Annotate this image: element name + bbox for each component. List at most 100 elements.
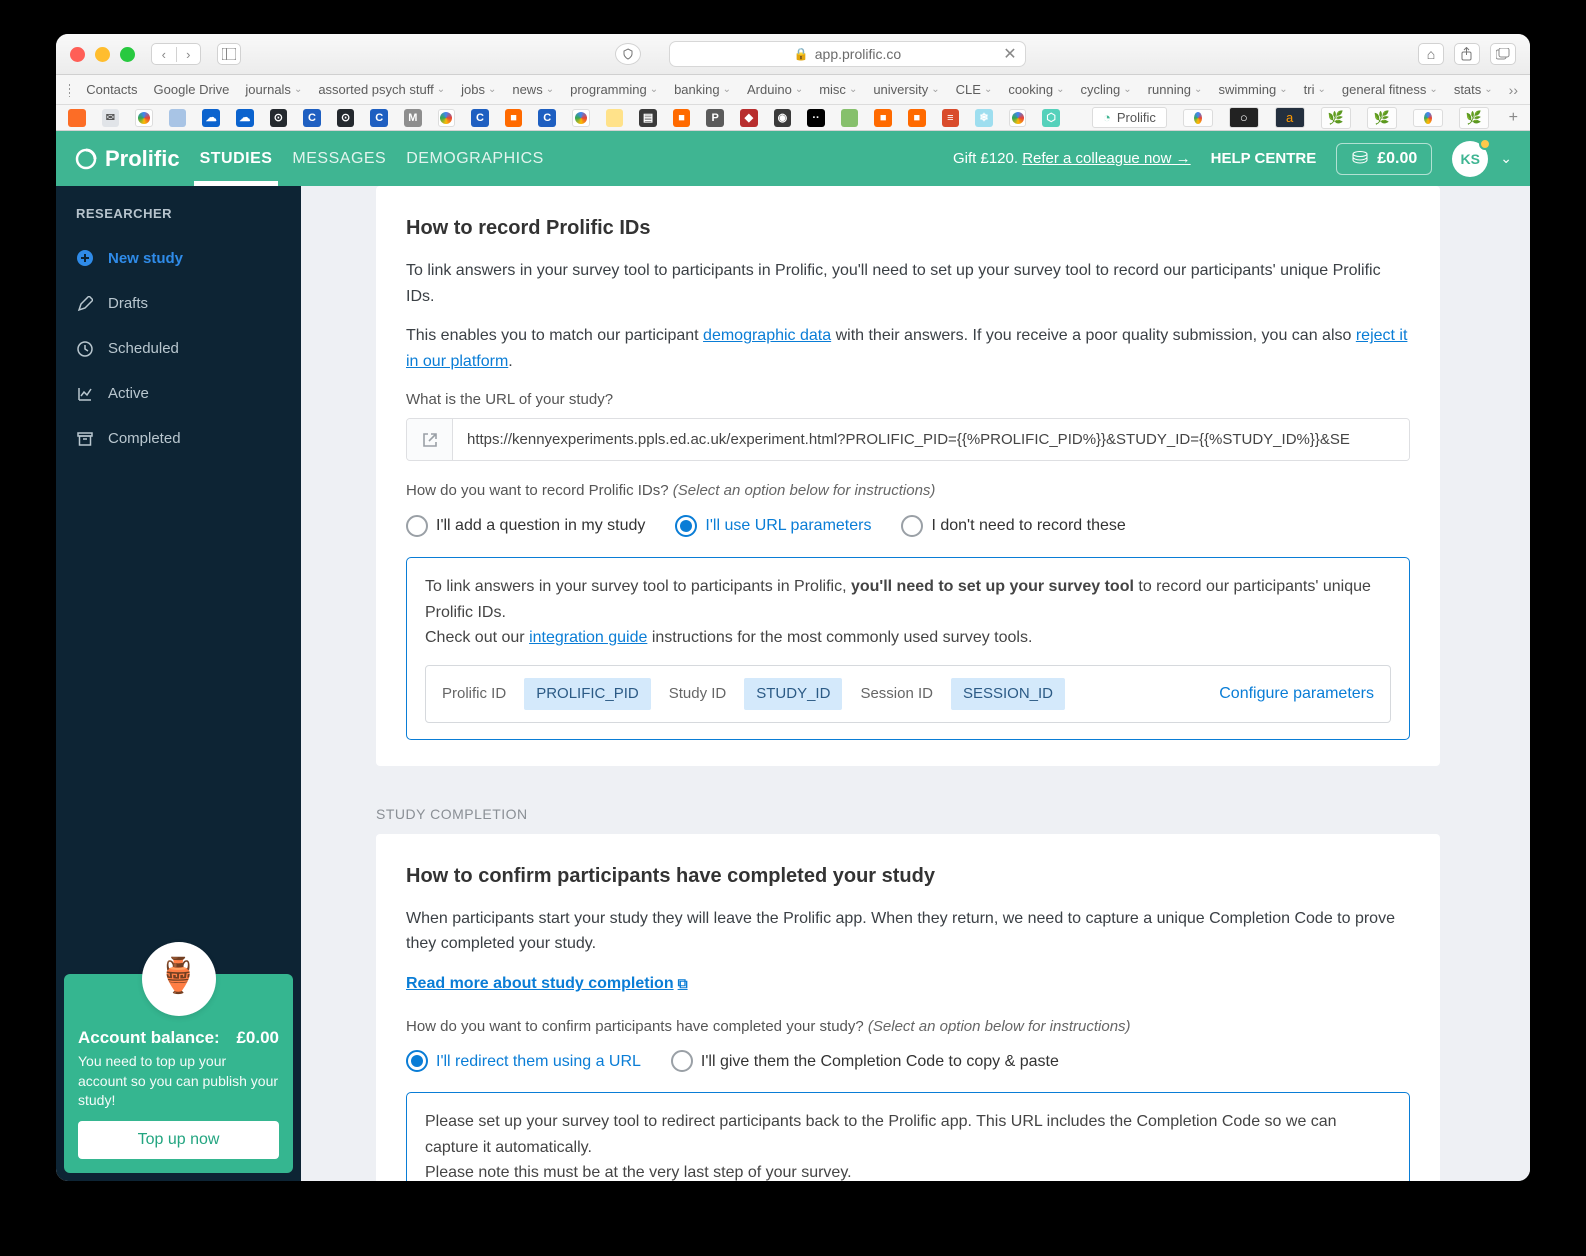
sidebar-item-completed[interactable]: Completed <box>56 416 301 461</box>
bookmark-item[interactable]: news⌄ <box>512 82 554 97</box>
configure-parameters-link[interactable]: Configure parameters <box>1219 681 1374 707</box>
bookmark-item[interactable]: general fitness⌄ <box>1342 82 1438 97</box>
home-button[interactable]: ⌂ <box>1418 43 1444 65</box>
radio-completion-code[interactable]: I'll give them the Completion Code to co… <box>671 1049 1059 1075</box>
window-maximize-button[interactable] <box>120 47 135 62</box>
read-more-completion-link[interactable]: Read more about study completion⧉ <box>406 975 688 992</box>
favicon[interactable]: ▤ <box>639 109 657 127</box>
top-up-button[interactable]: Top up now <box>78 1121 279 1159</box>
favicon[interactable]: ⊙ <box>337 109 355 127</box>
bookmark-item[interactable]: jobs⌄ <box>461 82 496 97</box>
bookmark-item[interactable]: Contacts <box>86 82 137 97</box>
favicon[interactable]: C <box>303 109 321 127</box>
privacy-shield-button[interactable] <box>615 43 641 65</box>
brand-logo[interactable]: Prolific <box>74 146 180 172</box>
nav-tab-studies[interactable]: STUDIES <box>200 131 273 186</box>
favicon[interactable]: ✉ <box>102 109 120 127</box>
bookmark-item[interactable]: university⌄ <box>873 82 939 97</box>
browser-tab[interactable]: ◔Prolific <box>1092 107 1167 128</box>
favicon[interactable]: P <box>706 109 724 127</box>
chevron-left-icon: ‹ <box>152 47 177 62</box>
balance-button[interactable]: £0.00 <box>1336 143 1432 175</box>
favicon[interactable]: ⊙ <box>270 109 288 127</box>
bookmark-item[interactable]: Google Drive <box>154 82 230 97</box>
bookmark-item[interactable]: tri⌄ <box>1304 82 1326 97</box>
nav-tab-demographics[interactable]: DEMOGRAPHICS <box>406 131 544 186</box>
bookmark-item[interactable]: programming⌄ <box>570 82 658 97</box>
favicon[interactable] <box>572 109 590 127</box>
browser-tab[interactable]: 🌿 <box>1367 107 1397 129</box>
radio-redirect-url[interactable]: I'll redirect them using a URL <box>406 1049 641 1075</box>
favicon[interactable] <box>841 109 859 127</box>
param-label: Prolific ID <box>442 682 506 706</box>
favicon[interactable]: ■ <box>505 109 523 127</box>
browser-tab[interactable] <box>1413 109 1443 127</box>
favicon[interactable] <box>135 109 153 127</box>
sidebar-toggle-button[interactable] <box>217 43 241 65</box>
favicon[interactable]: C <box>471 109 489 127</box>
bookmark-item[interactable]: CLE⌄ <box>956 82 993 97</box>
bookmark-item[interactable]: misc⌄ <box>819 82 857 97</box>
browser-tab[interactable]: 🌿 <box>1321 107 1351 129</box>
bookmark-item[interactable]: cycling⌄ <box>1081 82 1132 97</box>
browser-tab[interactable]: a <box>1275 107 1305 128</box>
radio-dont-record[interactable]: I don't need to record these <box>901 513 1125 539</box>
avatar[interactable]: KS <box>1452 141 1488 177</box>
clear-url-icon[interactable]: ✕ <box>1003 44 1016 64</box>
favicon[interactable]: ■ <box>908 109 926 127</box>
nav-tab-messages[interactable]: MESSAGES <box>292 131 386 186</box>
apps-icon[interactable] <box>68 83 70 97</box>
bookmark-item[interactable]: assorted psych stuff⌄ <box>318 82 445 97</box>
favicon[interactable]: ☁ <box>202 109 220 127</box>
bookmark-item[interactable]: swimming⌄ <box>1218 82 1287 97</box>
chevron-down-icon[interactable]: ⌄ <box>1500 150 1512 167</box>
favicon[interactable]: C <box>370 109 388 127</box>
favicon[interactable]: M <box>404 109 422 127</box>
favicon[interactable]: ◆ <box>740 109 758 127</box>
nav-back-forward[interactable]: ‹› <box>151 43 201 65</box>
referral-link[interactable]: Refer a colleague now → <box>1022 150 1190 167</box>
window-close-button[interactable] <box>70 47 85 62</box>
bookmark-item[interactable]: banking⌄ <box>674 82 731 97</box>
favicon[interactable]: ≡ <box>942 109 960 127</box>
sidebar-item-active[interactable]: Active <box>56 371 301 416</box>
browser-tab[interactable]: ○ <box>1229 107 1259 128</box>
favicon[interactable]: ❄ <box>975 109 993 127</box>
favicon[interactable] <box>1009 109 1027 127</box>
bookmark-item[interactable]: cooking⌄ <box>1008 82 1064 97</box>
radio-add-question[interactable]: I'll add a question in my study <box>406 513 645 539</box>
pencil-icon <box>76 296 94 312</box>
sidebar-item-scheduled[interactable]: Scheduled <box>56 326 301 371</box>
sidebar-item-new-study[interactable]: New study <box>56 235 301 281</box>
bookmark-item[interactable]: running⌄ <box>1148 82 1203 97</box>
favicon[interactable] <box>68 109 86 127</box>
study-url-input[interactable] <box>453 419 1409 460</box>
browser-tab[interactable]: 🌿 <box>1459 107 1489 129</box>
bookmark-item[interactable]: journals⌄ <box>245 82 302 97</box>
window-minimize-button[interactable] <box>95 47 110 62</box>
favicon[interactable]: ■ <box>673 109 691 127</box>
sidebar-item-drafts[interactable]: Drafts <box>56 281 301 326</box>
favicon[interactable]: ■ <box>874 109 892 127</box>
help-centre-link[interactable]: HELP CENTRE <box>1211 150 1317 167</box>
bookmarks-overflow[interactable]: ›› <box>1509 82 1518 98</box>
favicon[interactable]: ☁ <box>236 109 254 127</box>
browser-tab[interactable] <box>1183 109 1213 127</box>
url-bar[interactable]: 🔒 app.prolific.co ✕ <box>669 41 1025 67</box>
bookmark-item[interactable]: stats⌄ <box>1454 82 1493 97</box>
integration-guide-link[interactable]: integration guide <box>529 629 647 646</box>
favicon[interactable]: ⬡ <box>1042 109 1060 127</box>
new-tab-button[interactable]: + <box>1509 109 1518 127</box>
favicon[interactable] <box>169 109 187 127</box>
radio-url-parameters[interactable]: I'll use URL parameters <box>675 513 871 539</box>
tabs-button[interactable] <box>1490 43 1516 65</box>
bookmark-item[interactable]: Arduino⌄ <box>747 82 803 97</box>
demographic-data-link[interactable]: demographic data <box>703 327 831 344</box>
share-button[interactable] <box>1454 43 1480 65</box>
favicon[interactable] <box>438 109 456 127</box>
favicon[interactable]: C <box>538 109 556 127</box>
favicon[interactable]: ◉ <box>774 109 792 127</box>
favicon[interactable]: ·· <box>807 109 825 127</box>
favicon[interactable] <box>606 109 624 127</box>
external-link-icon[interactable] <box>407 419 453 460</box>
